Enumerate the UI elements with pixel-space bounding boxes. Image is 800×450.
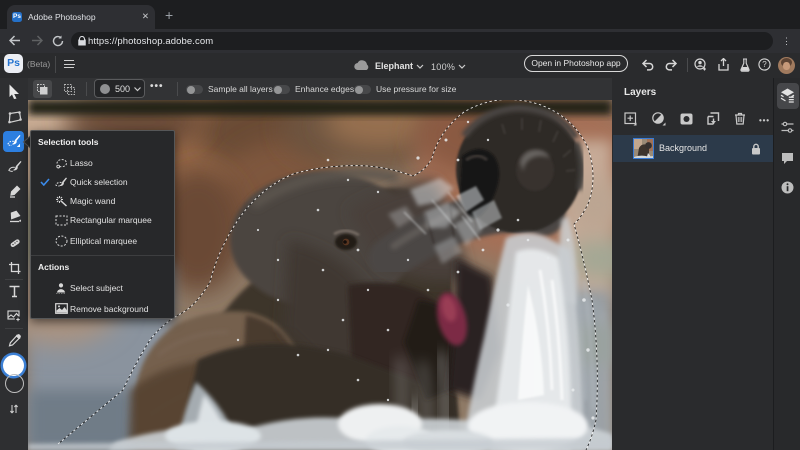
svg-text:?: ? — [762, 60, 767, 69]
